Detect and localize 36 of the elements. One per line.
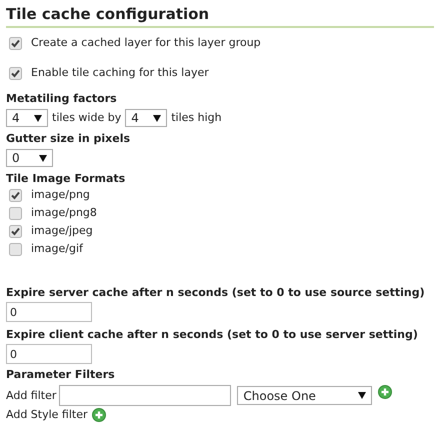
checkbox-label: image/png bbox=[31, 188, 90, 202]
section-title: Tile cache configuration bbox=[6, 4, 434, 28]
dropdown[interactable]: 4 bbox=[125, 109, 168, 127]
dropdown[interactable]: 4 bbox=[6, 109, 48, 127]
add-icon[interactable] bbox=[378, 385, 392, 399]
checkbox[interactable] bbox=[9, 36, 22, 50]
checkbox[interactable] bbox=[9, 242, 22, 256]
filter-input[interactable] bbox=[59, 385, 232, 406]
dropdown[interactable]: 0 bbox=[6, 149, 53, 167]
input-field[interactable]: 0 bbox=[6, 302, 92, 322]
checkbox-label: image/gif bbox=[31, 242, 83, 256]
checkbox[interactable] bbox=[9, 188, 22, 202]
checkbox-label: Create a cached layer for this layer group bbox=[31, 36, 261, 50]
field-text: tiles wide by bbox=[52, 111, 122, 125]
field-text: Add filter bbox=[6, 388, 56, 402]
field-label: Expire server cache after n seconds (set to 0 to use source setting) bbox=[6, 286, 426, 300]
caret-icon bbox=[39, 154, 47, 162]
add-icon[interactable] bbox=[92, 408, 106, 422]
caret-icon bbox=[34, 114, 42, 122]
checkbox-label: image/png8 bbox=[31, 206, 97, 220]
field-label: Metatiling factors bbox=[6, 92, 118, 106]
field-label: Tile Image Formats bbox=[6, 172, 126, 186]
checkbox-label: image/jpeg bbox=[31, 224, 93, 238]
checkbox[interactable] bbox=[9, 224, 22, 238]
checkbox[interactable] bbox=[9, 206, 22, 220]
input-field[interactable]: 0 bbox=[6, 344, 92, 364]
field-label: Gutter size in pixels bbox=[6, 132, 132, 146]
caret-icon bbox=[153, 114, 162, 122]
dropdown[interactable]: Choose One bbox=[237, 386, 372, 405]
field-label: Parameter Filters bbox=[6, 368, 116, 382]
field-label: Expire client cache after n seconds (set to 0 to use server setting) bbox=[6, 328, 419, 342]
caret-icon bbox=[358, 392, 366, 399]
field-text: Add Style filter bbox=[6, 408, 88, 422]
checkbox[interactable] bbox=[9, 66, 22, 80]
field-text: tiles high bbox=[171, 111, 222, 125]
checkbox-label: Enable tile caching for this layer bbox=[31, 66, 209, 80]
